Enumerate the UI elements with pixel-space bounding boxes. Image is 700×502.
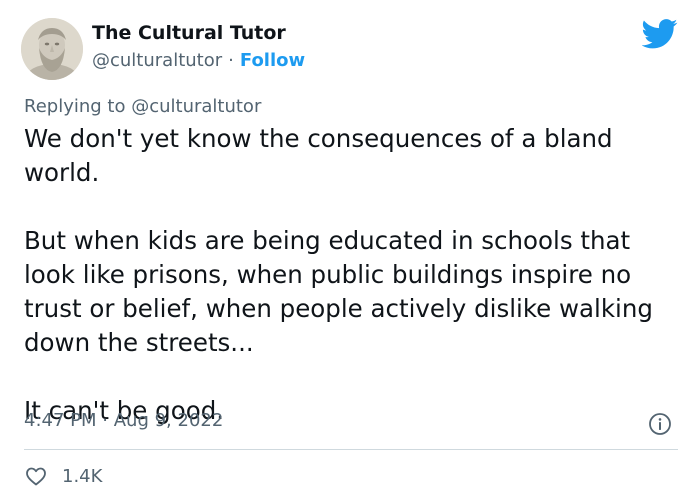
like-count: 1.4K — [62, 465, 103, 487]
replying-prefix: Replying to — [24, 96, 132, 117]
avatar-bust-image — [21, 18, 83, 80]
avatar[interactable] — [21, 18, 83, 80]
info-icon[interactable] — [648, 412, 672, 436]
author-name[interactable]: The Cultural Tutor — [92, 22, 286, 44]
timestamp-separator: · — [102, 410, 108, 431]
author-handle[interactable]: @culturaltutor — [92, 50, 222, 71]
heart-icon — [26, 467, 46, 486]
divider — [24, 449, 678, 450]
like-button[interactable]: 1.4K — [24, 463, 102, 489]
tweet-date: Aug 9, 2022 — [113, 410, 224, 431]
tweet-text: We don't yet know the consequences of a … — [24, 124, 653, 425]
author-handle-row: @culturaltutor · Follow — [92, 50, 305, 71]
handle-separator: · — [228, 50, 234, 71]
replying-to: Replying to @culturaltutor — [24, 96, 261, 117]
tweet-timestamp[interactable]: 4:47 PM · Aug 9, 2022 — [24, 410, 223, 431]
replying-mention-link[interactable]: @culturaltutor — [131, 96, 261, 117]
follow-button[interactable]: Follow — [240, 50, 305, 71]
tweet-time: 4:47 PM — [24, 410, 97, 431]
twitter-bird-icon[interactable] — [642, 19, 678, 49]
